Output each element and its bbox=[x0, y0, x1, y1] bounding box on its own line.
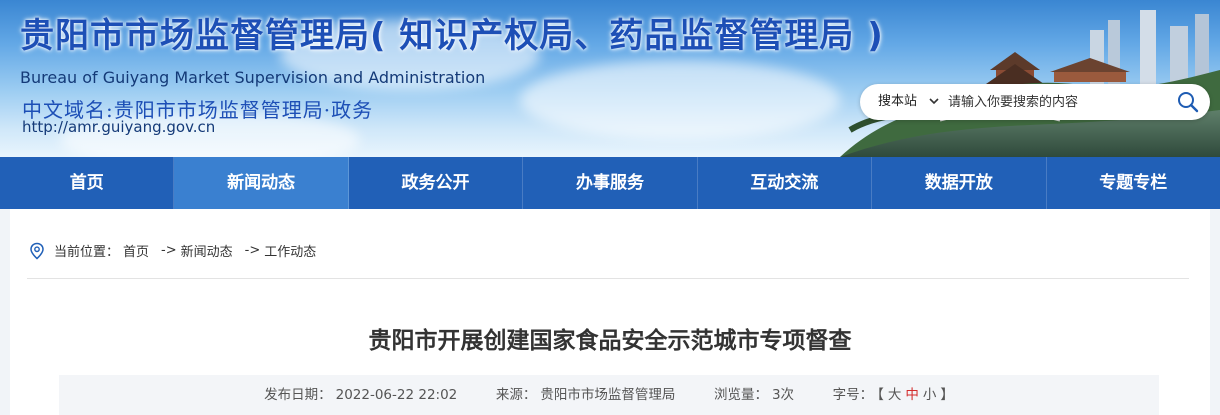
breadcrumb-link-work-news[interactable]: 工作动态 bbox=[264, 241, 316, 260]
nav-item-news[interactable]: 新闻动态 bbox=[174, 157, 349, 209]
city-scenery-image bbox=[840, 10, 1220, 157]
site-title-english: Bureau of Guiyang Market Supervision and… bbox=[20, 68, 486, 87]
font-size-small-button[interactable]: 小 bbox=[923, 387, 937, 403]
nav-item-home[interactable]: 首页 bbox=[0, 157, 175, 209]
breadcrumb: 当前位置： 首页 -> 新闻动态 -> 工作动态 bbox=[28, 241, 320, 260]
site-title: 贵阳市市场监督管理局( 知识产权局、药品监督管理局 ) bbox=[20, 16, 884, 56]
breadcrumb-prefix: 当前位置： bbox=[54, 245, 120, 260]
publish-date-label: 发布日期： bbox=[264, 387, 332, 403]
font-size-large-button[interactable]: 大 bbox=[888, 387, 902, 403]
font-size-bracket-close: 】 bbox=[940, 387, 954, 403]
chevron-down-icon[interactable] bbox=[928, 95, 940, 107]
search-box: 搜本站 bbox=[860, 84, 1210, 120]
font-size-label: 字号： bbox=[832, 387, 874, 403]
article-meta: 发布日期： 2022-06-22 22:02 来源： 贵阳市市场监督管理局 浏览量：… bbox=[59, 375, 1159, 415]
location-pin-icon bbox=[30, 242, 44, 259]
font-size-bracket-open: 【 bbox=[877, 387, 884, 403]
cloud-decoration bbox=[520, 60, 840, 140]
view-count: 3次 bbox=[771, 387, 795, 403]
article-panel: 当前位置： 首页 -> 新闻动态 -> 工作动态 贵阳市开展创建国家食品安全示范… bbox=[10, 209, 1210, 415]
views-label: 浏览量： bbox=[713, 387, 768, 403]
nav-item-open-data[interactable]: 数据开放 bbox=[872, 157, 1047, 209]
site-url: http://amr.guiyang.gov.cn bbox=[22, 118, 216, 136]
nav-item-government-affairs[interactable]: 政务公开 bbox=[349, 157, 524, 209]
font-size-medium-button[interactable]: 中 bbox=[905, 387, 919, 403]
source-label: 来源： bbox=[495, 387, 537, 403]
search-icon[interactable] bbox=[1176, 90, 1200, 114]
nav-item-interaction[interactable]: 互动交流 bbox=[698, 157, 873, 209]
search-input[interactable] bbox=[948, 91, 1148, 113]
article-title: 贵阳市开展创建国家食品安全示范城市专项督查 bbox=[368, 328, 852, 354]
divider bbox=[27, 278, 1189, 279]
nav-item-special-topics[interactable]: 专题专栏 bbox=[1047, 157, 1220, 209]
breadcrumb-link-home[interactable]: 首页 bbox=[123, 241, 149, 260]
article-source: 贵阳市市场监督管理局 bbox=[540, 387, 676, 403]
nav-item-services[interactable]: 办事服务 bbox=[523, 157, 698, 209]
search-scope-select[interactable]: 搜本站 bbox=[878, 84, 917, 120]
breadcrumb-separator: -> bbox=[244, 243, 261, 258]
breadcrumb-link-news[interactable]: 新闻动态 bbox=[181, 241, 233, 260]
site-header: 贵阳市市场监督管理局( 知识产权局、药品监督管理局 ) Bureau of Gu… bbox=[0, 0, 1220, 157]
main-nav: 首页 新闻动态 政务公开 办事服务 互动交流 数据开放 专题专栏 bbox=[0, 157, 1220, 209]
breadcrumb-separator: -> bbox=[161, 243, 177, 258]
publish-date: 2022-06-22 22:02 bbox=[335, 387, 458, 403]
